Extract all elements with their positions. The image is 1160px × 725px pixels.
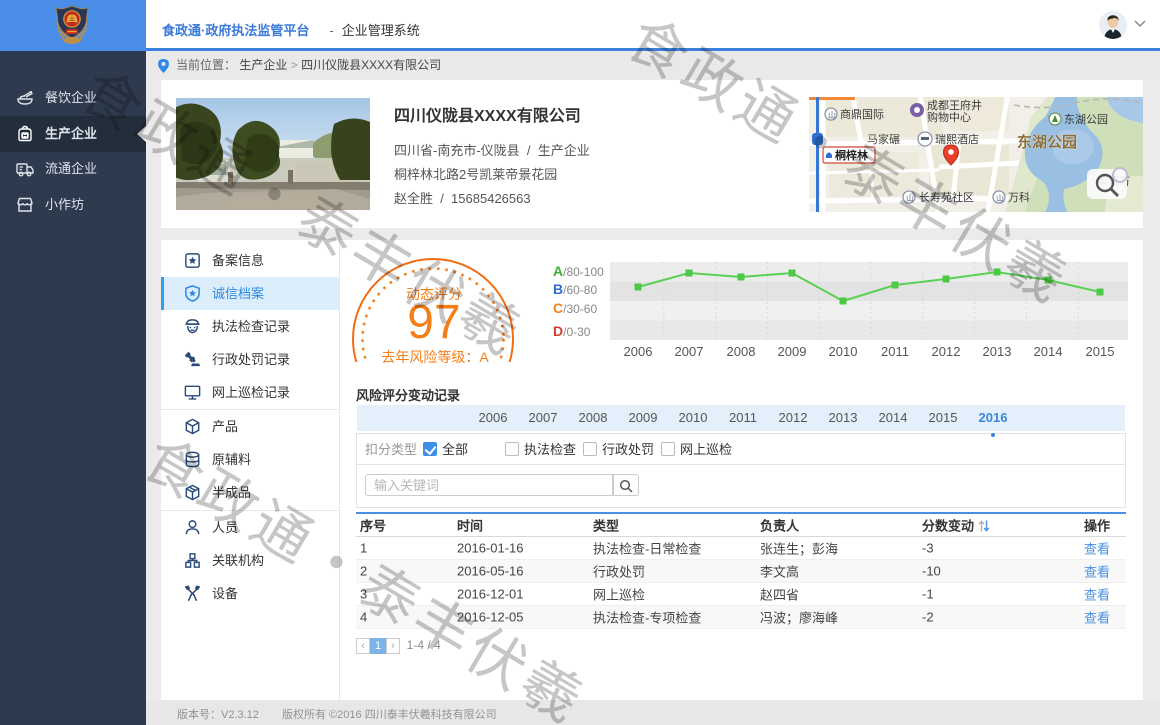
svg-text:2008: 2008 <box>727 344 756 356</box>
svg-text:成都王府井: 成都王府井 <box>927 98 982 112</box>
svg-text:东湖公园: 东湖公园 <box>1017 133 1077 151</box>
svg-text:瑞熙酒店: 瑞熙酒店 <box>935 132 979 146</box>
svg-text:2014: 2014 <box>1034 344 1063 356</box>
svg-text:2006: 2006 <box>624 344 653 356</box>
svg-text:购物中心: 购物中心 <box>927 110 971 124</box>
svg-text:2015: 2015 <box>1086 344 1115 356</box>
svg-text:东湖公园: 东湖公园 <box>1064 113 1108 126</box>
svg-text:2007: 2007 <box>675 344 704 356</box>
svg-text:2012: 2012 <box>932 344 961 356</box>
svg-text:2011: 2011 <box>881 344 909 356</box>
svg-text:2010: 2010 <box>829 344 858 356</box>
svg-text:2009: 2009 <box>778 344 807 356</box>
svg-text:2013: 2013 <box>983 344 1012 356</box>
